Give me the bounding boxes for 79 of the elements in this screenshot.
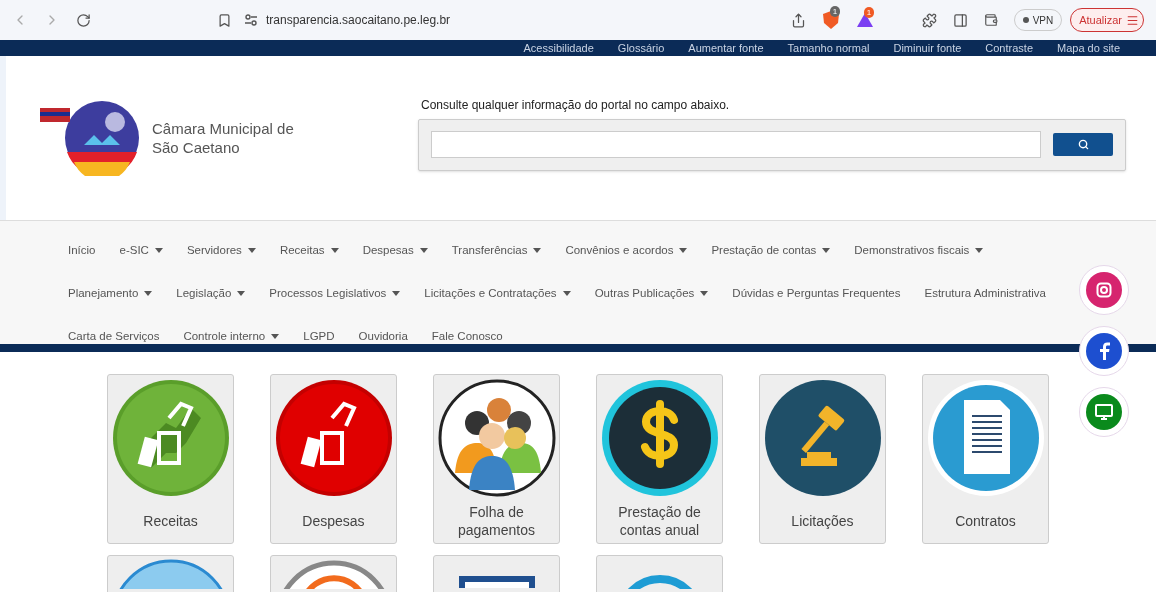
caret-icon [562,291,571,296]
category-tile[interactable]: Prestação de contas anual [596,374,723,544]
caret-icon [392,291,401,296]
nav-item[interactable]: Planejamento [68,272,153,315]
category-tile[interactable]: Licitações [759,374,886,544]
search-field[interactable] [431,131,1041,158]
accessibility-link[interactable]: Mapa do site [1057,41,1120,55]
caret-icon [533,248,542,253]
category-tile[interactable]: Receitas [107,374,234,544]
monitor-icon [458,576,535,588]
nav-item[interactable]: Demonstrativos fiscais [854,229,984,272]
nav-item[interactable]: Processos Legislativos [269,272,401,315]
nav-item[interactable]: Despesas [362,229,428,272]
search-button[interactable] [1053,133,1113,156]
monitor-icon[interactable] [1086,394,1122,430]
caret-icon [247,248,256,253]
gavel-icon [762,378,883,498]
site-title: Câmara Municipal de São Caetano [152,119,295,157]
nav-item[interactable]: Controle interno [183,315,280,358]
nav-item[interactable]: Convênios e acordos [565,229,688,272]
accessibility-link[interactable]: Tamanho normal [787,41,870,55]
money-hand-icon [273,378,394,498]
site-settings-icon[interactable] [244,14,258,26]
category-tile[interactable]: Folha de pagamentos [433,374,560,544]
extensions-icon[interactable] [921,12,937,28]
nav-item[interactable]: Ouvidoria [358,315,408,358]
caret-icon [144,291,153,296]
nav-item[interactable]: Carta de Serviços [68,315,160,358]
people-group-icon [436,378,557,498]
notification-badge: 1 [829,6,841,17]
share-icon[interactable] [790,12,806,28]
facebook-icon[interactable] [1086,333,1122,369]
caret-icon [330,248,339,253]
accessibility-link[interactable]: Acessibilidade [523,41,594,55]
nav-item[interactable]: Outras Publicações [594,272,709,315]
caret-icon [975,248,984,253]
category-tile[interactable]: Despesas [270,374,397,544]
caret-icon [154,248,163,253]
nav-item[interactable]: Transferências [451,229,542,272]
category-tile[interactable] [270,555,397,592]
caret-icon [419,248,428,253]
caret-icon [679,248,688,253]
nav-item[interactable]: LGPD [303,315,335,358]
accessibility-link[interactable]: Glossário [617,41,665,55]
document-icon [925,378,1046,498]
menu-icon [1126,13,1139,27]
nav-item[interactable]: Servidores [186,229,256,272]
nav-item[interactable]: e-SIC [119,229,163,272]
update-button[interactable]: Atualizar [1070,8,1144,32]
accessibility-link[interactable]: Contraste [985,41,1033,55]
dollar-icon [599,378,720,498]
nav-item[interactable]: Legislação [176,272,246,315]
search-label: Consulte qualquer informação do portal no campo abaixo. [421,96,731,114]
nav-item[interactable]: Estrutura Administrativa [924,272,1046,315]
nav-item[interactable]: Prestação de contas [711,229,831,272]
caret-icon [700,291,709,296]
accessibility-link[interactable]: Aumentar fonte [688,41,764,55]
notification-badge: 1 [863,7,875,18]
instagram-icon[interactable] [1086,272,1122,308]
wallet-icon[interactable] [983,13,998,27]
category-tile[interactable]: Contratos [922,374,1049,544]
reload-icon[interactable] [76,12,91,28]
nav-item[interactable]: Início [68,229,96,272]
nav-item[interactable]: Receitas [279,229,339,272]
caret-icon [822,248,831,253]
nav-item[interactable]: Licitações e Contratações [424,272,571,315]
accessibility-link[interactable]: Diminuir fonte [893,41,962,55]
bookmark-icon[interactable] [217,12,232,28]
sidebar-icon[interactable] [952,12,968,28]
caret-icon [271,334,280,339]
money-hand-icon [110,378,231,498]
category-tile[interactable] [596,555,723,592]
address-field[interactable]: transparencia.saocaitano.pe.leg.br [266,11,451,29]
category-tile[interactable] [433,555,560,592]
search-icon [1077,139,1089,150]
category-tile[interactable] [107,555,234,592]
nav-item[interactable]: Dúvidas e Perguntas Frequentes [732,272,901,315]
nav-item[interactable]: Fale Conosco [431,315,503,358]
caret-icon [237,291,246,296]
